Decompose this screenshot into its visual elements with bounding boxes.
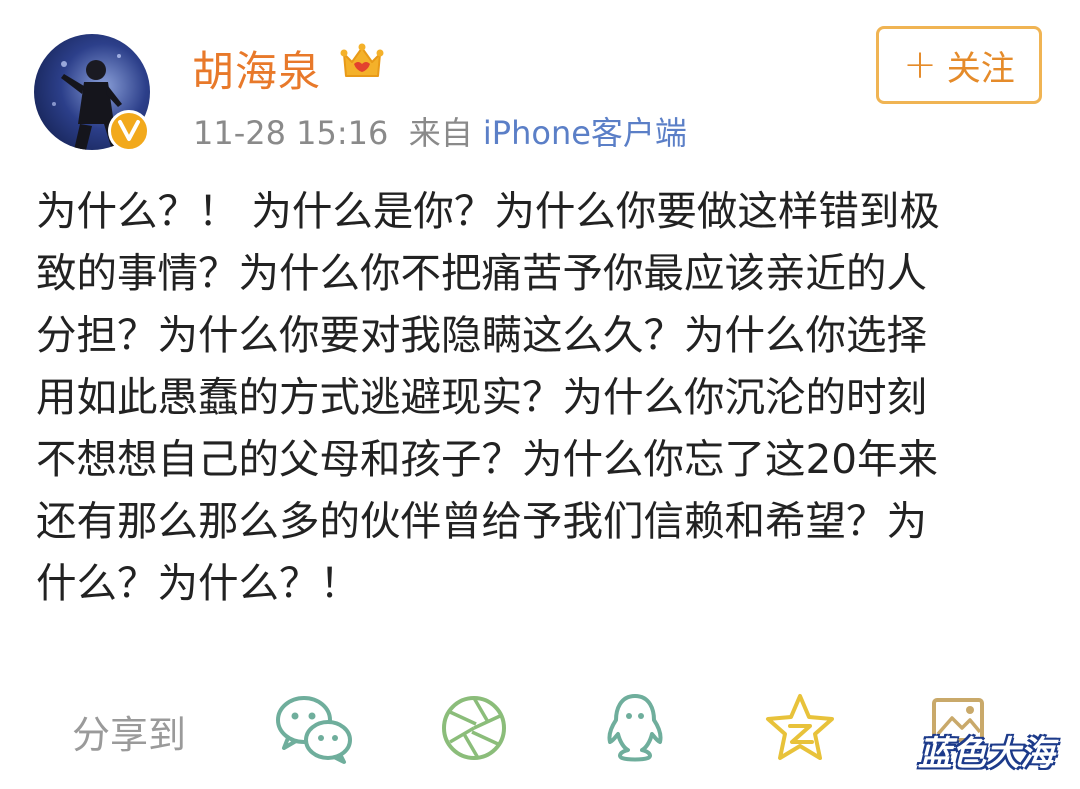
qzone-icon[interactable] xyxy=(764,690,836,766)
crown-icon xyxy=(340,43,384,77)
post-text-line: 分担？为什么你要对我隐瞒这么久？为什么你选择 xyxy=(36,311,927,359)
post-text-line: 为什么？！ 为什么是你？为什么你要做这样错到极 xyxy=(36,187,940,235)
moments-icon[interactable] xyxy=(438,690,510,766)
post-source[interactable]: iPhone客户端 xyxy=(483,114,687,152)
qq-icon[interactable] xyxy=(600,690,670,766)
follow-label: 关注 xyxy=(946,48,1015,89)
wechat-icon[interactable] xyxy=(272,690,356,766)
source-prefix: 来自 xyxy=(408,114,473,152)
post-text-line: 不想想自己的父母和孩子？为什么你忘了这20年来 xyxy=(36,435,939,483)
username[interactable]: 胡海泉 xyxy=(192,38,321,99)
post-text-line: 用如此愚蠢的方式逃避现实？为什么你沉沦的时刻 xyxy=(36,373,927,421)
post-text: 为什么？！ 为什么是你？为什么你要做这样错到极 致的事情？为什么你不把痛苦予你最… xyxy=(36,180,1041,614)
post-text-line: 什么？为什么？！ xyxy=(36,559,360,607)
verified-badge-icon xyxy=(108,110,150,152)
post-text-line: 致的事情？为什么你不把痛苦予你最应该亲近的人 xyxy=(36,249,927,297)
plus-icon: + xyxy=(903,42,937,88)
post-meta: 11-28 15:16 来自 iPhone客户端 xyxy=(193,108,687,154)
post-time: 11-28 15:16 xyxy=(193,114,389,152)
watermark: 蓝色大海 xyxy=(918,734,1054,774)
post-text-line: 还有那么那么多的伙伴曾给予我们信赖和希望？为 xyxy=(36,497,927,545)
share-label: 分享到 xyxy=(72,713,187,757)
follow-button[interactable]: + 关注 xyxy=(876,26,1042,104)
